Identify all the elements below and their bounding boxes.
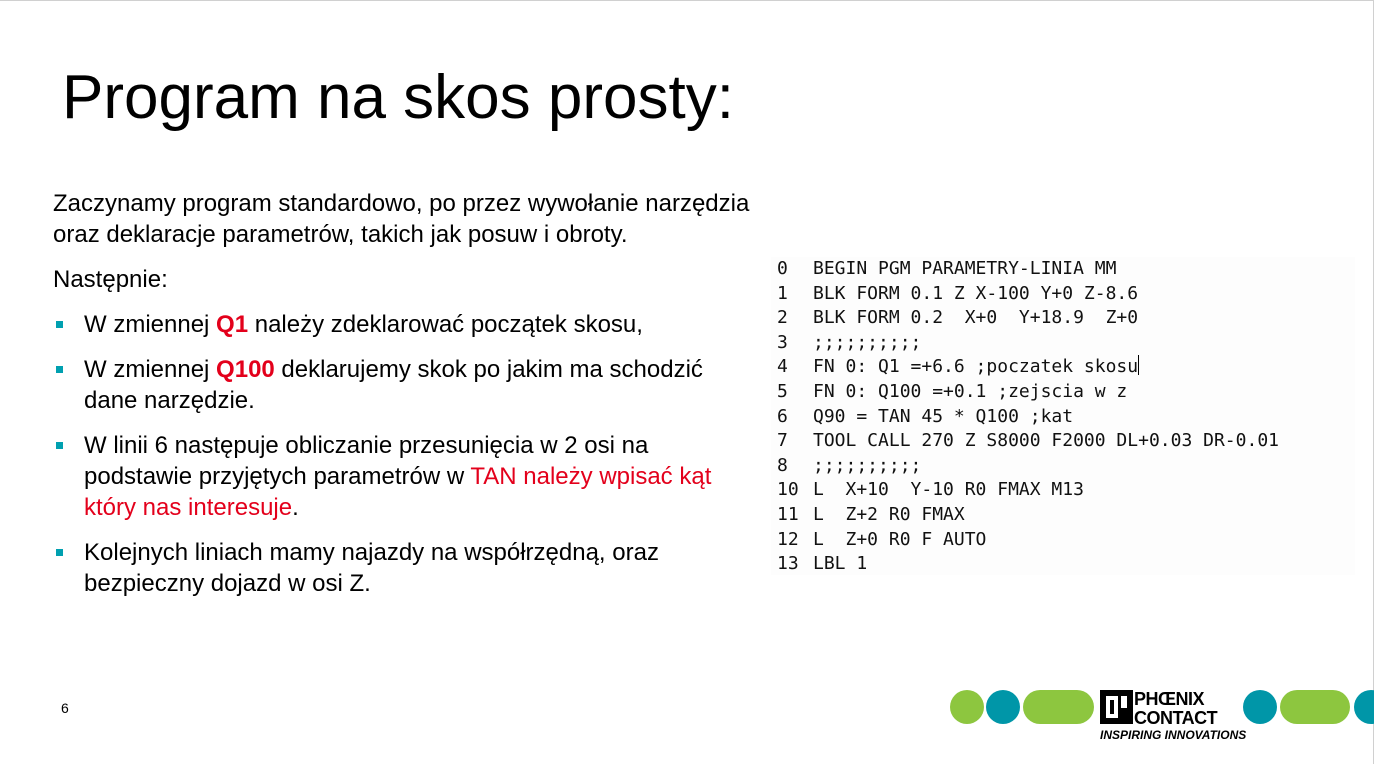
bullet-text: . <box>292 494 299 521</box>
nc-program-listing: 0 BEGIN PGM PARAMETRY-LINIA MM 1 BLK FORM … <box>771 257 1355 575</box>
code-line: 6 Q90 = TAN 45 * Q100 ;kat <box>777 405 1073 429</box>
line-number: 1 <box>777 282 788 304</box>
line-text: LBL 1 <box>813 553 868 575</box>
line-number: 7 <box>777 430 788 452</box>
teal-dot-icon <box>1243 690 1277 724</box>
green-pill-icon <box>1280 690 1350 724</box>
code-line: 13 LBL 1 <box>777 552 867 576</box>
code-line: 8;;;;;;;;;; <box>777 454 921 478</box>
square-bullet-icon <box>56 321 63 328</box>
line-number: 5 <box>777 381 788 402</box>
code-line: 12 L Z+0 R0 F AUTO <box>777 528 986 552</box>
code-line: 11 L Z+2 R0 FMAX <box>777 503 965 527</box>
bullet-text: W zmiennej <box>84 311 217 338</box>
line-number: 6 <box>777 405 788 427</box>
line-text: L Z+0 R0 F AUTO <box>813 528 987 550</box>
line-text: BEGIN PGM PARAMETRY-LINIA MM <box>813 258 1117 279</box>
slide-body: Zaczynamy program standardowo, po przez … <box>53 188 753 613</box>
page-number: 6 <box>61 700 69 716</box>
line-text: BLK FORM 0.2 X+0 Y+18.9 Z+0 <box>813 307 1139 329</box>
code-line: 3;;;;;;;;;; <box>777 331 921 355</box>
bullet-item-q1: W zmiennej Q1 należy zdeklarować począte… <box>53 309 753 340</box>
line-number: 11 <box>777 504 799 525</box>
line-text: Q90 = TAN 45 * Q100 ;kat <box>813 405 1074 427</box>
bullet-item-approach: Kolejnych liniach mamy najazdy na współr… <box>53 537 753 599</box>
line-number: 8 <box>777 454 788 476</box>
brand-tagline: INSPIRING INNOVATIONS <box>1100 728 1246 742</box>
brand-name-line2: CONTACT <box>1134 708 1218 728</box>
square-bullet-icon <box>56 366 63 373</box>
code-line: 5 FN 0: Q100 =+0.1 ;zejscia w z <box>777 380 1127 404</box>
line-number: 0 <box>777 258 788 279</box>
line-number: 3 <box>777 331 788 353</box>
highlight-text: Q1 <box>216 311 249 338</box>
bullet-text: W zmiennej <box>84 356 217 383</box>
line-text: ;;;;;;;;;; <box>813 454 922 476</box>
line-number: 2 <box>777 307 788 329</box>
code-line: 0 BEGIN PGM PARAMETRY-LINIA MM <box>777 257 1116 281</box>
text-cursor <box>1138 355 1140 376</box>
line-text: BLK FORM 0.1 Z X-100 Y+0 Z-8.6 <box>813 282 1139 304</box>
green-pill-icon <box>1023 690 1094 724</box>
phoenix-contact-logo: PHŒNIX CONTACT INSPIRING INNOVATIONS <box>950 689 1374 742</box>
teal-dot-icon <box>986 690 1020 724</box>
line-number: 4 <box>777 356 788 378</box>
line-number: 10 <box>777 479 799 501</box>
line-text: L Z+2 R0 FMAX <box>813 504 965 525</box>
line-text: TOOL CALL 270 Z S8000 F2000 DL+0.03 DR-0… <box>813 430 1279 452</box>
highlight-text: Q100 <box>216 356 275 383</box>
slide-title: Program na skos prosty: <box>62 63 734 132</box>
green-dot-icon <box>950 690 984 724</box>
square-bullet-icon <box>56 549 63 556</box>
line-text: FN 0: Q100 =+0.1 ;zejscia w z <box>813 381 1128 402</box>
teal-dot-icon <box>1354 690 1374 724</box>
code-line: 10 L X+10 Y-10 R0 FMAX M13 <box>777 478 1084 502</box>
line-number: 12 <box>777 528 799 550</box>
next-label: Następnie: <box>53 266 168 293</box>
phoenix-mark-icon <box>1100 690 1133 724</box>
code-line: 4 FN 0: Q1 =+6.6 ;poczatek skosu <box>777 355 1140 379</box>
bullet-text: Kolejnych liniach mamy najazdy na współr… <box>84 539 659 597</box>
square-bullet-icon <box>56 442 63 449</box>
line-text: FN 0: Q1 =+6.6 ;poczatek skosu <box>813 356 1139 378</box>
bullet-list: W zmiennej Q1 należy zdeklarować począte… <box>53 309 753 599</box>
bullet-text: należy zdeklarować początek skosu, <box>248 311 643 338</box>
line-number: 13 <box>777 553 799 575</box>
top-border <box>0 0 1374 1</box>
code-line: 2 BLK FORM 0.2 X+0 Y+18.9 Z+0 <box>777 306 1138 330</box>
bullet-item-q100: W zmiennej Q100 deklarujemy skok po jaki… <box>53 354 753 416</box>
bullet-item-line6: W linii 6 następuje obliczanie przesunię… <box>53 430 753 523</box>
code-line: 7 TOOL CALL 270 Z S8000 F2000 DL+0.03 DR-… <box>777 429 1279 453</box>
code-line: 1 BLK FORM 0.1 Z X-100 Y+0 Z-8.6 <box>777 282 1138 306</box>
intro-paragraph: Zaczynamy program standardowo, po przez … <box>53 190 750 248</box>
line-text: ;;;;;;;;;; <box>813 331 922 353</box>
line-text: L X+10 Y-10 R0 FMAX M13 <box>813 479 1084 501</box>
brand-name-line1: PHŒNIX <box>1134 689 1205 709</box>
